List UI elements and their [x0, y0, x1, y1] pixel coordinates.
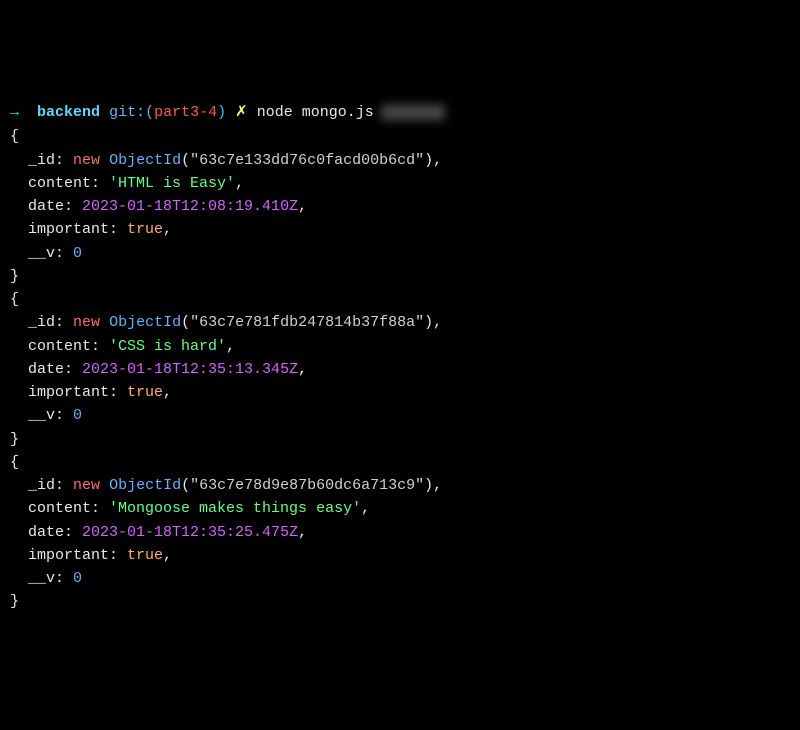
git-label: git:(	[109, 104, 154, 121]
redacted-argument	[382, 105, 446, 120]
prompt-arrow-icon: →	[10, 104, 19, 121]
command-output: { _id: new ObjectId("63c7e133dd76c0facd0…	[10, 125, 790, 613]
shell-prompt: → backend git:(part3-4) ✗ node mongo.js	[10, 101, 790, 124]
command-text[interactable]: node mongo.js	[257, 104, 374, 121]
git-branch: part3-4	[154, 104, 217, 121]
prompt-directory: backend	[37, 104, 100, 121]
git-label-close: )	[217, 104, 226, 121]
git-dirty-icon: ✗	[235, 104, 248, 121]
